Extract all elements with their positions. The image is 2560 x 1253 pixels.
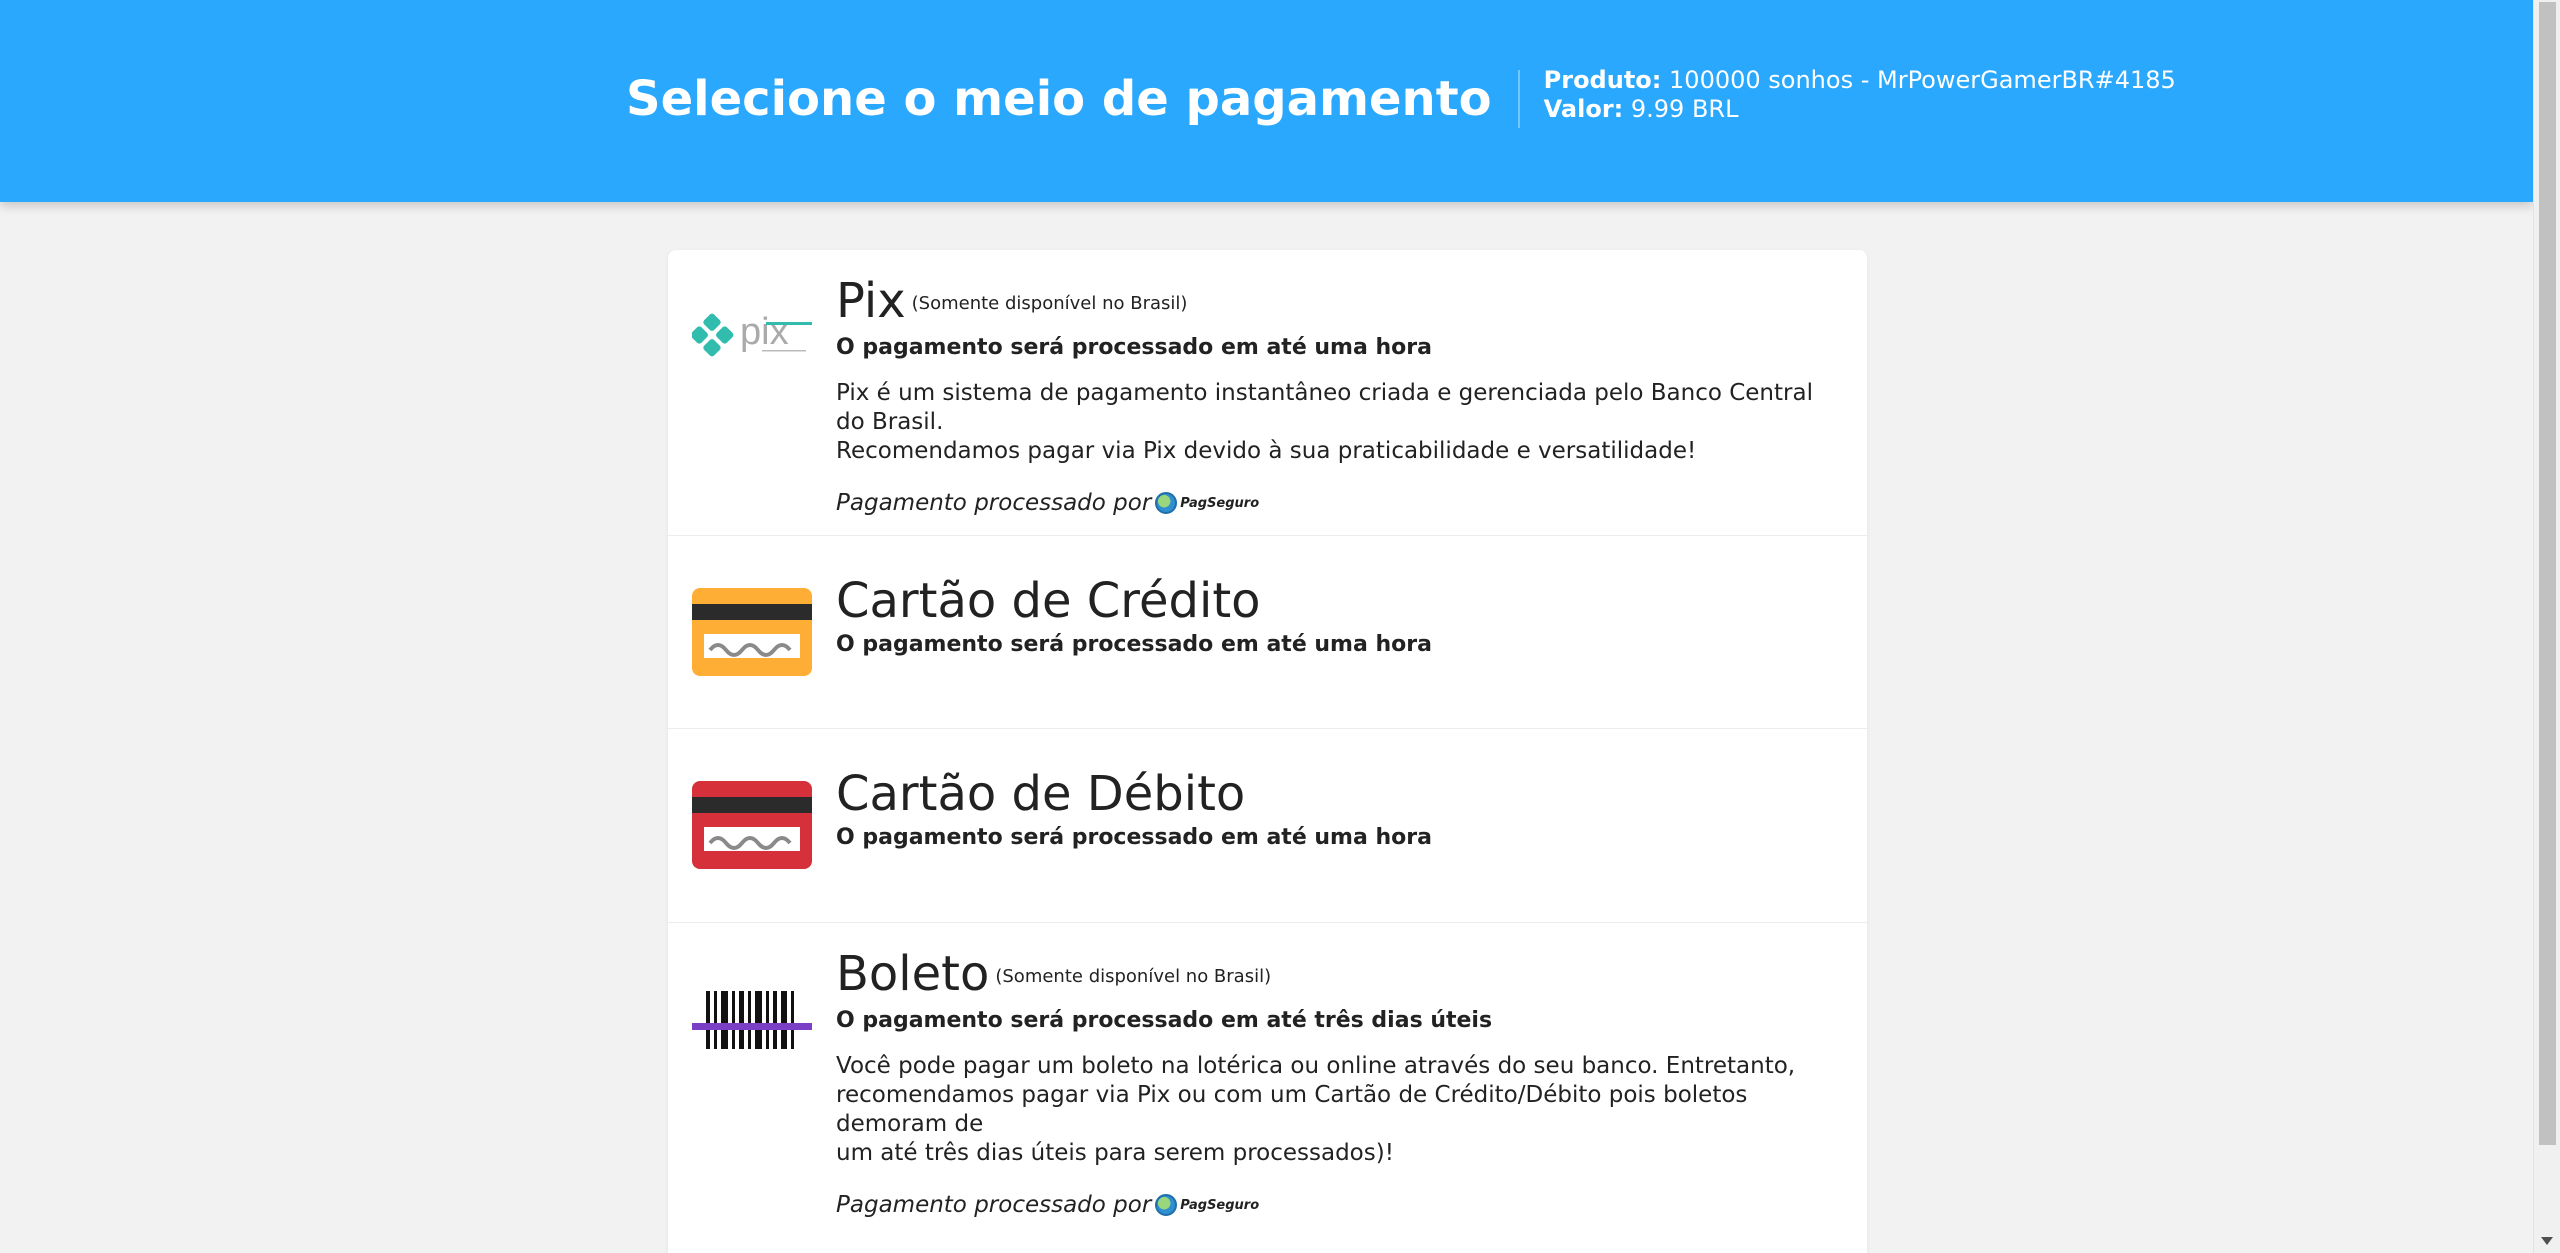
- method-description: Pix é um sistema de pagamento instantâne…: [836, 379, 1827, 466]
- svg-text:pix: pix: [740, 311, 789, 353]
- processor-info: Pagamento processado por PagSeguro: [836, 490, 1827, 516]
- processor-text: Pagamento processado por: [836, 1192, 1152, 1218]
- header-content: Selecione o meio de pagamento Produto: 1…: [626, 66, 2176, 132]
- pagseguro-name: PagSeguro: [1180, 495, 1260, 511]
- method-processing-time: O pagamento será processado em até uma h…: [836, 335, 1432, 360]
- pagseguro-icon: [1155, 492, 1178, 514]
- payment-method-credit-card[interactable]: Cartão de Crédito O pagamento será proce…: [668, 536, 1867, 729]
- processor-info: Pagamento processado por PagSeguro: [836, 1192, 1827, 1218]
- pagseguro-name: PagSeguro: [1180, 1197, 1260, 1213]
- method-title-text: Boleto: [836, 946, 990, 1002]
- product-line: Produto: 100000 sonhos - MrPowerGamerBR#…: [1544, 66, 2176, 95]
- page-title: Selecione o meio de pagamento: [626, 71, 1492, 127]
- method-description: Você pode pagar um boleto na lotérica ou…: [836, 1052, 1827, 1168]
- pix-content: Pix (Somente disponível no Brasil) O paga…: [836, 272, 1827, 516]
- method-processing-time: O pagamento será processado em até uma h…: [836, 825, 1432, 850]
- header-bar: Selecione o meio de pagamento Produto: 1…: [0, 0, 2533, 202]
- method-title-text: Pix: [836, 273, 906, 329]
- price-value: 9.99 BRL: [1630, 95, 1739, 123]
- description-line: Pix é um sistema de pagamento instantâne…: [836, 380, 1813, 435]
- method-processing-time: O pagamento será processado em até uma h…: [836, 632, 1432, 657]
- scrollbar-thumb[interactable]: [2539, 2, 2556, 1145]
- payment-method-boleto[interactable]: Boleto (Somente disponível no Brasil) O p…: [668, 923, 1867, 1253]
- method-processing-time: O pagamento será processado em até três …: [836, 1008, 1493, 1033]
- price-label: Valor:: [1543, 95, 1624, 123]
- boleto-content: Boleto (Somente disponível no Brasil) O p…: [836, 945, 1827, 1218]
- pagseguro-logo: PagSeguro: [1155, 492, 1259, 514]
- pagseguro-logo: PagSeguro: [1155, 1194, 1259, 1216]
- method-availability-note: (Somente disponível no Brasil): [995, 966, 1272, 987]
- price-line: Valor: 9.99 BRL: [1544, 95, 2176, 124]
- description-line: Recomendamos pagar via Pix devido à sua …: [836, 438, 1697, 464]
- debit-card-icon: [692, 781, 812, 873]
- product-label: Produto:: [1543, 66, 1662, 94]
- method-title: Pix (Somente disponível no Brasil): [836, 272, 1827, 333]
- description-line: um até três dias úteis para serem proces…: [836, 1140, 1394, 1166]
- debit-card-content: Cartão de Débito O pagamento será proces…: [836, 765, 1827, 853]
- description-line: recomendamos pagar via Pix ou com um Car…: [836, 1082, 1748, 1137]
- product-info: Produto: 100000 sonhos - MrPowerGamerBR#…: [1544, 66, 2176, 124]
- payment-method-debit-card[interactable]: Cartão de Débito O pagamento será proces…: [668, 729, 1867, 923]
- method-title: Boleto (Somente disponível no Brasil): [836, 945, 1827, 1006]
- pix-logo-icon: pix: [690, 310, 814, 364]
- payment-method-pix[interactable]: pix Pix (Somente disponível no Brasil) O …: [668, 250, 1867, 536]
- credit-card-icon: [692, 588, 812, 680]
- pagseguro-icon: [1155, 1194, 1178, 1216]
- scroll-down-arrow-icon[interactable]: [2541, 1237, 2553, 1245]
- product-value: 100000 sonhos - MrPowerGamerBR#4185: [1669, 66, 2176, 94]
- description-line: Você pode pagar um boleto na lotérica ou…: [836, 1053, 1796, 1079]
- method-title-text: Cartão de Débito: [836, 766, 1246, 822]
- processor-text: Pagamento processado por: [836, 490, 1152, 516]
- header-divider: [1517, 70, 1520, 128]
- barcode-icon: [692, 991, 812, 1053]
- payment-methods-panel: pix Pix (Somente disponível no Brasil) O …: [668, 250, 1867, 1253]
- method-title-text: Cartão de Crédito: [836, 573, 1261, 629]
- method-availability-note: (Somente disponível no Brasil): [911, 293, 1188, 314]
- vertical-scrollbar[interactable]: [2533, 0, 2560, 1253]
- credit-card-content: Cartão de Crédito O pagamento será proce…: [836, 572, 1827, 660]
